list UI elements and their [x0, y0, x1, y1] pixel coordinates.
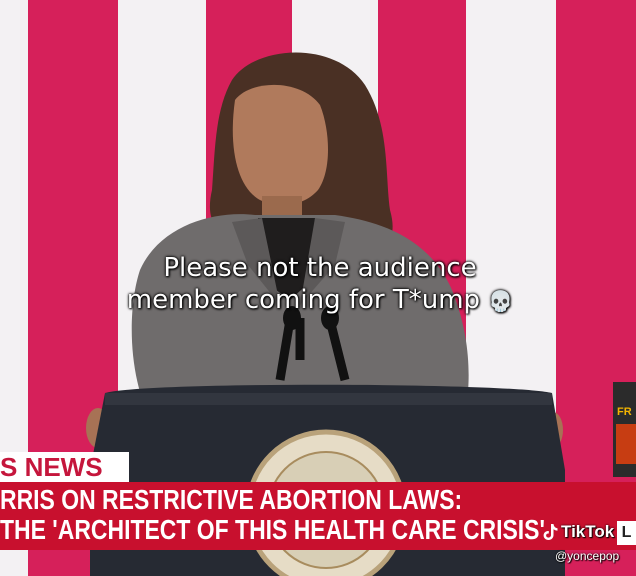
skull-emoji-icon: 💀: [488, 289, 514, 313]
corner-chip: L: [617, 521, 636, 545]
side-banner-accent: [616, 424, 636, 464]
caption-line-1: Please not the audience: [163, 253, 477, 283]
news-headline-bar: RRIS ON RESTRICTIVE ABORTION LAWS: THE '…: [0, 482, 636, 550]
caption-line-2: member coming for T*ump 💀: [100, 284, 540, 317]
caption-line-2-text: member coming for T*ump: [126, 285, 481, 315]
tiktok-watermark: TikTok: [542, 522, 614, 542]
news-network-tag: S NEWS: [0, 452, 129, 482]
speaker-face: [232, 84, 328, 206]
side-banner-text: FR: [617, 406, 632, 418]
video-frame: Please not the audience member coming fo…: [0, 0, 636, 576]
caption-overlay: Please not the audience member coming fo…: [100, 252, 540, 317]
headline-line-1: RRIS ON RESTRICTIVE ABORTION LAWS:: [0, 484, 463, 515]
headline-line-2: THE 'ARCHITECT OF THIS HEALTH CARE CRISI…: [0, 514, 545, 545]
tiktok-logo-icon: [543, 524, 558, 540]
tiktok-brand-label: TikTok: [561, 522, 615, 541]
tiktok-handle: @yoncepop: [555, 549, 620, 563]
